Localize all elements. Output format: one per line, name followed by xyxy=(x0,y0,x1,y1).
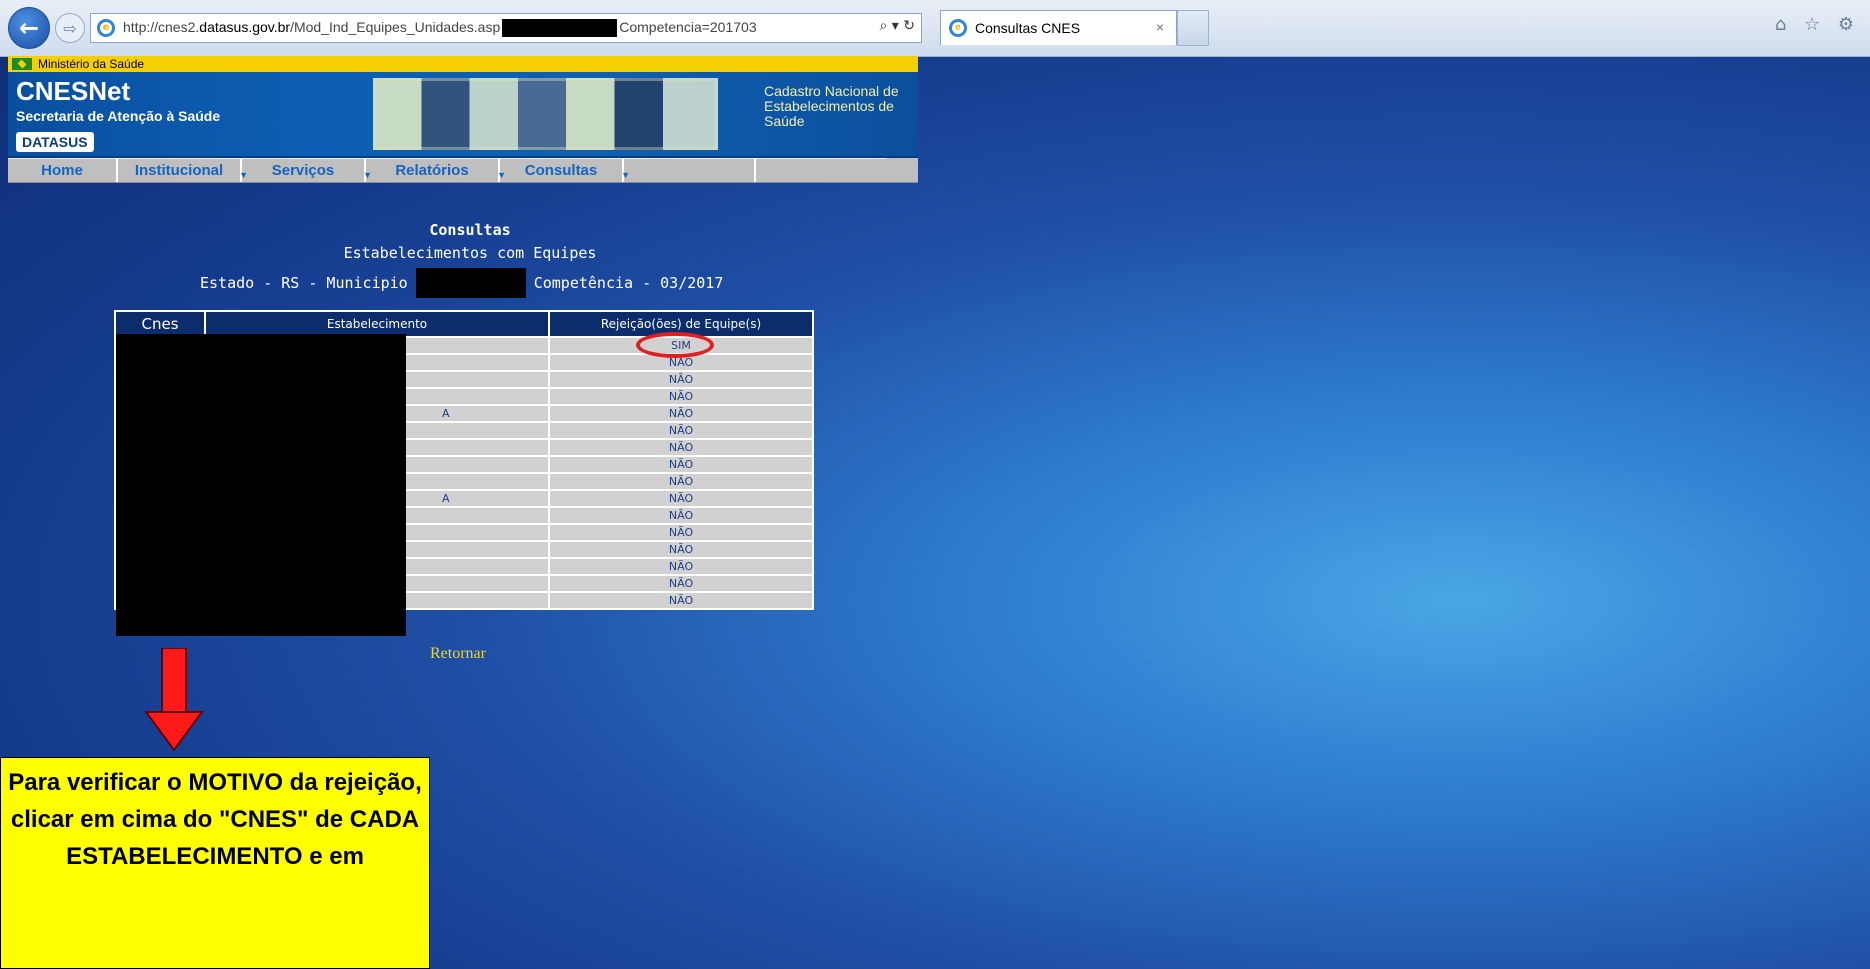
address-controls[interactable]: ⌕ ▾ ↻ xyxy=(880,18,916,34)
page-title: Consultas xyxy=(429,221,511,239)
retornar-link[interactable]: Retornar xyxy=(430,645,486,663)
sim-highlight-circle xyxy=(636,332,714,358)
rejeicao-cell: NÃO xyxy=(548,421,814,440)
site-frame: Ministério da Saúde CNESNet Secretaria d… xyxy=(8,56,918,183)
menu-servicos-label: Serviços xyxy=(271,162,335,179)
rejeicao-cell: NÃO xyxy=(548,387,814,406)
menu-consultas[interactable]: Consultas ▼ xyxy=(500,158,630,182)
menu-institucional[interactable]: Institucional ▼ xyxy=(118,158,248,182)
rejeicao-cell: NÃO xyxy=(548,370,814,389)
header-subtitle: Secretaria de Atenção à Saúde xyxy=(16,108,221,124)
table-redaction xyxy=(116,334,406,636)
rejeicao-cell: NÃO xyxy=(548,523,814,542)
header-banner-image xyxy=(373,78,718,150)
ie-icon: e xyxy=(97,19,115,37)
toolbar-icons[interactable]: ⌂ ☆ ⚙ xyxy=(1775,14,1860,35)
browser-toolbar: ← ⇨ e http://cnes2.datasus.gov.br/Mod_In… xyxy=(0,0,1870,57)
menu-relatorios-label: Relatórios xyxy=(395,162,469,179)
new-tab-button[interactable] xyxy=(1177,10,1209,46)
tab-ie-icon: e xyxy=(949,19,967,37)
back-arrow-icon: ← xyxy=(18,14,40,42)
tab-close-icon[interactable]: × xyxy=(1156,19,1164,35)
ministry-bar: Ministério da Saúde xyxy=(8,56,918,72)
ministry-label: Ministério da Saúde xyxy=(38,57,145,71)
url-redaction xyxy=(502,19,618,38)
page-subtitle: Estabelecimentos com Equipes xyxy=(343,244,597,262)
back-button[interactable]: ← xyxy=(8,7,50,49)
main-menu: Home Institucional ▼ Serviços ▼ Relatórios… xyxy=(8,158,918,183)
location-line: Estado - RS - Municipio Competência - 03… xyxy=(200,268,740,298)
menu-servicos[interactable]: Serviços ▼ xyxy=(242,158,372,182)
menu-relatorios[interactable]: Relatórios ▼ xyxy=(366,158,506,182)
red-down-arrow-icon xyxy=(144,648,204,752)
rejeicao-cell: NÃO xyxy=(548,438,814,457)
rejeicao-cell: NÃO xyxy=(548,591,814,610)
location-prefix: Estado - RS - Municipio xyxy=(200,274,408,292)
address-bar[interactable]: e http://cnes2.datasus.gov.br/Mod_Ind_Eq… xyxy=(90,13,922,43)
menu-spacer xyxy=(624,158,756,182)
rejeicao-cell: NÃO xyxy=(548,557,814,576)
menu-home[interactable]: Home xyxy=(8,158,118,182)
menu-spacer-end xyxy=(756,158,886,182)
brazil-flag-icon xyxy=(12,58,32,70)
instruction-note: Para verificar o MOTIVO da rejeição, cli… xyxy=(0,757,430,969)
forward-button[interactable]: ⇨ xyxy=(55,13,85,43)
rejeicao-cell: NÃO xyxy=(548,404,814,423)
menu-consultas-label: Consultas xyxy=(524,162,598,179)
rejeicao-cell: NÃO xyxy=(548,472,814,491)
rejeicao-cell: NÃO xyxy=(548,574,814,593)
datasus-logo: DATASUS xyxy=(16,132,94,152)
header-right-text: Cadastro Nacional de Estabelecimentos de… xyxy=(764,83,899,129)
rejeicao-cell: NÃO xyxy=(548,455,814,474)
url-text: http://cnes2.datasus.gov.br/Mod_Ind_Equi… xyxy=(123,19,757,38)
tab-title: Consultas CNES xyxy=(975,20,1081,36)
competencia-label: Competência - 03/2017 xyxy=(533,274,724,292)
rejeicao-cell: NÃO xyxy=(548,540,814,559)
cnesnet-logo: CNESNet xyxy=(16,76,131,106)
browser-tab[interactable]: e Consultas CNES × xyxy=(940,10,1177,45)
menu-institucional-label: Institucional xyxy=(134,162,224,179)
rejeicao-cell: NÃO xyxy=(548,506,814,525)
rejeicao-cell: NÃO xyxy=(548,489,814,508)
forward-arrow-icon: ⇨ xyxy=(63,18,77,38)
municipio-redaction xyxy=(415,268,526,298)
site-header: CNESNet Secretaria de Atenção à Saúde DA… xyxy=(8,72,918,158)
